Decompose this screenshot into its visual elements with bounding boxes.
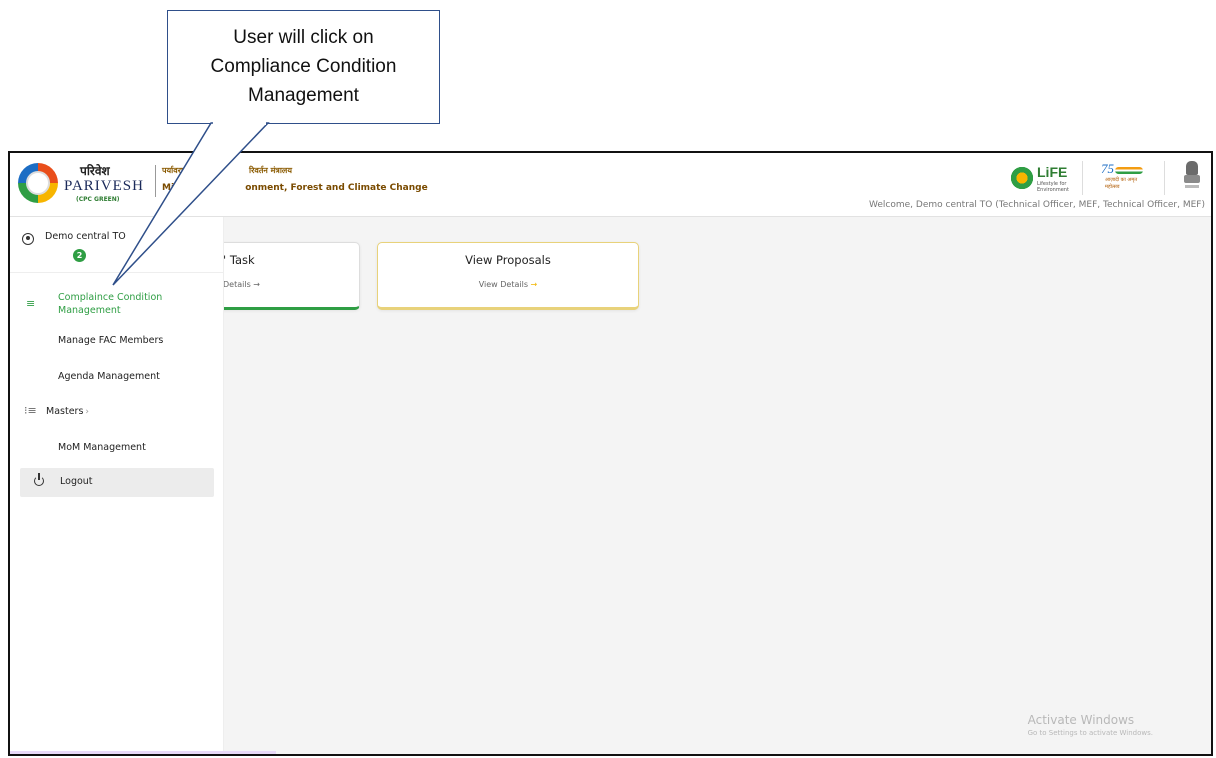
header-separator [1164,161,1165,195]
header-bar: परिवेश PARIVESH (CPC GREEN) पर्यावरण, वर… [10,153,1211,217]
arrow-right-icon: → [530,280,538,289]
callout-line-1: User will click on [233,27,374,48]
sidebar-item-label: MoM Management [58,442,146,453]
brand-hindi: परिवेश [80,164,110,178]
user-menu[interactable]: Demo central TO ⌄ 2 [22,231,217,271]
user-avatar-icon [22,233,34,245]
sidebar: Demo central TO ⌄ 2 ≡ Complaince Conditi… [10,217,224,754]
notification-badge: 2 [73,249,86,262]
brand-divider [155,165,156,197]
ministry-hindi: पर्यावरण, व रिवर्तन मंत्रालय [162,166,292,175]
life-burst-icon [1009,165,1035,191]
sidebar-item-label: Complaince Condition Management [58,292,163,316]
chevron-right-icon: › [85,407,90,417]
brand-name: PARIVESH [64,178,144,194]
ministry-name: Minist onment, Forest and Climate Change [162,183,428,193]
user-name: Demo central TO [45,231,126,242]
view-proposals-card[interactable]: View Proposals View Details → [377,242,639,310]
callout-text: User will click on Compliance Condition … [168,23,439,110]
sidebar-item-agenda-management[interactable]: Agenda Management [20,369,213,385]
activate-windows-watermark: Activate Windows Go to Settings to activ… [1027,713,1153,737]
card-title: View Proposals [465,253,551,267]
bottom-strip [10,751,276,754]
divider [10,272,223,273]
parivesh-logo-icon[interactable] [18,163,58,203]
app-window: परिवेश PARIVESH (CPC GREEN) पर्यावरण, वर… [8,151,1213,756]
sidebar-item-manage-fac-members[interactable]: Manage FAC Members [20,333,213,349]
card-title: ' Task [223,253,255,267]
callout-line-3: Management [248,85,359,106]
sidebar-item-mom-management[interactable]: MoM Management [20,440,213,456]
life-logo: LiFE Lifestyle for Environment [1009,163,1073,195]
menu-lines-icon: ≡ [26,297,36,310]
sidebar-item-label: Masters › [46,406,90,417]
card-view-details-link[interactable]: View Details → [378,280,638,289]
chevron-down-icon[interactable]: ⌄ [141,232,151,246]
logout-label: Logout [60,476,93,487]
azadi-logo: 75 आज़ादी का अमृत महोत्सव [1093,161,1149,195]
national-emblem-icon [1183,161,1201,191]
brand-subtitle: (CPC GREEN) [76,196,120,203]
card-view-details-link[interactable]: Details → [223,280,260,289]
instruction-callout: User will click on Compliance Condition … [167,10,440,124]
logout-button[interactable]: Logout [20,468,214,497]
welcome-text: Welcome, Demo central TO (Technical Offi… [869,200,1205,210]
power-icon [34,473,44,486]
header-separator [1082,161,1083,195]
sidebar-item-label: Manage FAC Members [58,335,164,346]
sidebar-item-label: Agenda Management [58,371,160,382]
flag-icon [1115,167,1143,174]
list-icon: ⁝≡ [24,404,37,417]
sidebar-item-compliance-condition-management[interactable]: ≡ Complaince Condition Management [20,289,213,319]
callout-line-2: Compliance Condition [210,56,397,77]
sidebar-item-masters[interactable]: ⁝≡ Masters › [20,404,213,420]
